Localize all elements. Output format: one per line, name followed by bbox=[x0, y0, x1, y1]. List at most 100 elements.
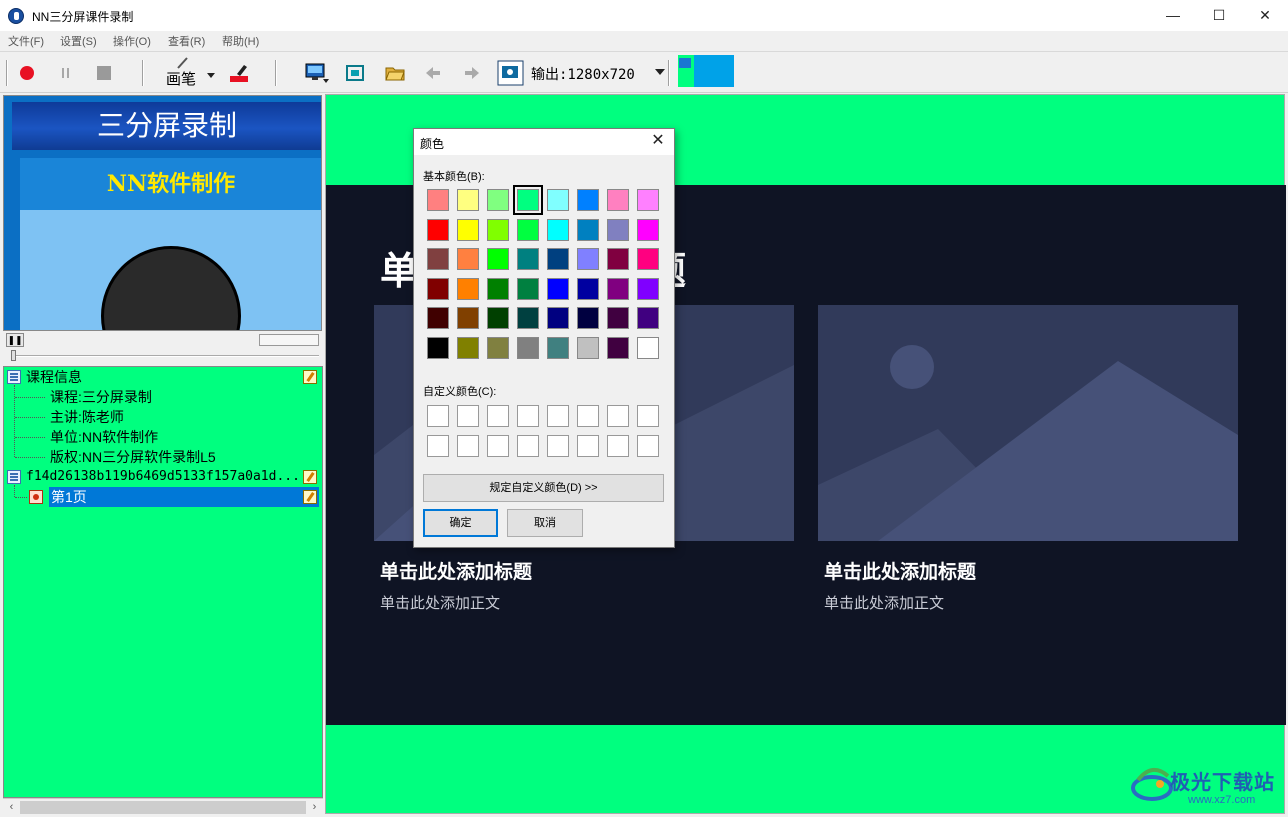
basic-color-swatch[interactable] bbox=[487, 248, 509, 270]
basic-color-swatch[interactable] bbox=[547, 307, 569, 329]
basic-color-swatch[interactable] bbox=[577, 307, 599, 329]
basic-color-swatch[interactable] bbox=[487, 307, 509, 329]
basic-color-swatch[interactable] bbox=[547, 336, 569, 359]
tree-item-lecturer[interactable]: 主讲:陈老师 bbox=[50, 407, 124, 427]
record-button[interactable] bbox=[17, 62, 37, 84]
basic-color-swatch[interactable] bbox=[487, 189, 509, 211]
basic-color-swatch[interactable] bbox=[637, 307, 659, 329]
tree-item-course[interactable]: 课程:三分屏录制 bbox=[50, 387, 152, 407]
tree-course-root[interactable]: 课程信息 bbox=[26, 367, 82, 387]
basic-color-swatch[interactable] bbox=[517, 277, 539, 300]
basic-color-swatch[interactable] bbox=[427, 307, 449, 329]
basic-color-swatch[interactable] bbox=[607, 189, 629, 211]
edit-icon[interactable] bbox=[303, 490, 317, 504]
basic-color-swatch[interactable] bbox=[607, 248, 629, 270]
minimize-button[interactable]: — bbox=[1150, 0, 1196, 31]
menu-file[interactable]: 文件(F) bbox=[8, 33, 44, 49]
scroll-left-icon[interactable]: ‹ bbox=[3, 799, 20, 816]
scroll-right-icon[interactable]: › bbox=[306, 799, 323, 816]
preview-pause-button[interactable]: ❚❚ bbox=[6, 333, 24, 347]
tree-horizontal-scrollbar[interactable]: ‹ › bbox=[3, 798, 323, 815]
open-folder-button[interactable] bbox=[384, 62, 406, 84]
basic-color-swatch[interactable] bbox=[427, 336, 449, 359]
pen-dropdown[interactable]: 画笔 bbox=[164, 57, 220, 88]
basic-color-swatch[interactable] bbox=[637, 277, 659, 300]
basic-color-swatch[interactable] bbox=[487, 277, 509, 300]
basic-color-swatch[interactable] bbox=[487, 336, 509, 359]
basic-color-swatch[interactable] bbox=[457, 307, 479, 329]
preview-seek-track[interactable] bbox=[11, 355, 319, 357]
custom-color-swatch[interactable] bbox=[607, 405, 629, 427]
custom-color-swatch[interactable] bbox=[427, 435, 449, 457]
basic-color-swatch[interactable] bbox=[517, 218, 539, 241]
basic-color-swatch[interactable] bbox=[517, 336, 539, 359]
basic-color-swatch[interactable] bbox=[607, 336, 629, 359]
basic-color-swatch[interactable] bbox=[547, 277, 569, 300]
menu-operation[interactable]: 操作(O) bbox=[113, 33, 151, 49]
caption-title-right[interactable]: 单击此处添加标题 bbox=[824, 557, 976, 584]
basic-color-swatch[interactable] bbox=[427, 218, 449, 241]
caption-body-left[interactable]: 单击此处添加正文 bbox=[380, 592, 500, 613]
basic-color-swatch[interactable] bbox=[547, 189, 569, 211]
close-button[interactable]: ✕ bbox=[1242, 0, 1288, 31]
basic-color-swatch[interactable] bbox=[607, 307, 629, 329]
tree-item-copyright[interactable]: 版权:NN三分屏软件录制L5 bbox=[50, 447, 216, 467]
basic-color-swatch[interactable] bbox=[577, 336, 599, 359]
pause-button[interactable] bbox=[56, 62, 76, 84]
layout-preview-swatch[interactable] bbox=[678, 55, 734, 87]
screen-source-button[interactable] bbox=[303, 62, 331, 84]
tree-page-node[interactable]: 第1页 bbox=[49, 487, 319, 507]
basic-color-swatch[interactable] bbox=[577, 218, 599, 241]
image-placeholder-right[interactable] bbox=[818, 305, 1238, 541]
define-custom-colors-button[interactable]: 规定自定义颜色(D) >> bbox=[423, 474, 664, 502]
custom-color-swatch[interactable] bbox=[637, 435, 659, 457]
ok-button[interactable]: 确定 bbox=[423, 509, 498, 537]
custom-color-swatch[interactable] bbox=[607, 435, 629, 457]
edit-icon[interactable] bbox=[303, 470, 317, 484]
basic-color-swatch[interactable] bbox=[577, 277, 599, 300]
caption-body-right[interactable]: 单击此处添加正文 bbox=[824, 592, 944, 613]
menu-settings[interactable]: 设置(S) bbox=[60, 33, 97, 49]
custom-color-swatch[interactable] bbox=[457, 435, 479, 457]
tree-item-org[interactable]: 单位:NN软件制作 bbox=[50, 427, 158, 447]
basic-color-swatch[interactable] bbox=[637, 248, 659, 270]
menu-view[interactable]: 查看(R) bbox=[168, 33, 205, 49]
custom-color-swatch[interactable] bbox=[517, 405, 539, 427]
custom-color-swatch[interactable] bbox=[577, 435, 599, 457]
basic-color-swatch[interactable] bbox=[517, 248, 539, 270]
basic-color-swatch[interactable] bbox=[517, 307, 539, 329]
basic-color-swatch[interactable] bbox=[427, 189, 449, 211]
menu-help[interactable]: 帮助(H) bbox=[222, 33, 259, 49]
custom-color-swatch[interactable] bbox=[637, 405, 659, 427]
basic-color-swatch[interactable] bbox=[577, 189, 599, 211]
basic-color-swatch[interactable] bbox=[637, 218, 659, 241]
custom-color-swatch[interactable] bbox=[577, 405, 599, 427]
custom-color-swatch[interactable] bbox=[487, 405, 509, 427]
cancel-button[interactable]: 取消 bbox=[507, 509, 583, 537]
output-resolution-dropdown[interactable]: 输出:1280x720 bbox=[531, 64, 667, 86]
eraser-button[interactable] bbox=[228, 62, 250, 84]
dialog-close-button[interactable]: ✕ bbox=[648, 131, 668, 151]
maximize-button[interactable]: ☐ bbox=[1196, 0, 1242, 31]
basic-color-swatch[interactable] bbox=[457, 277, 479, 300]
custom-color-swatch[interactable] bbox=[547, 435, 569, 457]
preview-seek-thumb[interactable] bbox=[11, 350, 16, 361]
basic-color-swatch[interactable] bbox=[547, 248, 569, 270]
edit-icon[interactable] bbox=[303, 370, 317, 384]
basic-color-swatch[interactable] bbox=[607, 277, 629, 300]
basic-color-swatch[interactable] bbox=[547, 218, 569, 241]
basic-color-swatch[interactable] bbox=[457, 218, 479, 241]
fullscreen-button[interactable] bbox=[344, 62, 366, 84]
custom-color-swatch[interactable] bbox=[547, 405, 569, 427]
basic-color-swatch[interactable] bbox=[637, 189, 659, 211]
caption-title-left[interactable]: 单击此处添加标题 bbox=[380, 557, 532, 584]
basic-color-swatch[interactable] bbox=[427, 248, 449, 270]
custom-color-swatch[interactable] bbox=[427, 405, 449, 427]
basic-color-swatch[interactable] bbox=[457, 336, 479, 359]
custom-color-swatch[interactable] bbox=[457, 405, 479, 427]
next-button[interactable] bbox=[461, 62, 483, 84]
basic-color-swatch[interactable] bbox=[637, 336, 659, 359]
stop-button[interactable] bbox=[94, 62, 114, 84]
custom-color-swatch[interactable] bbox=[517, 435, 539, 457]
basic-color-swatch[interactable] bbox=[577, 248, 599, 270]
